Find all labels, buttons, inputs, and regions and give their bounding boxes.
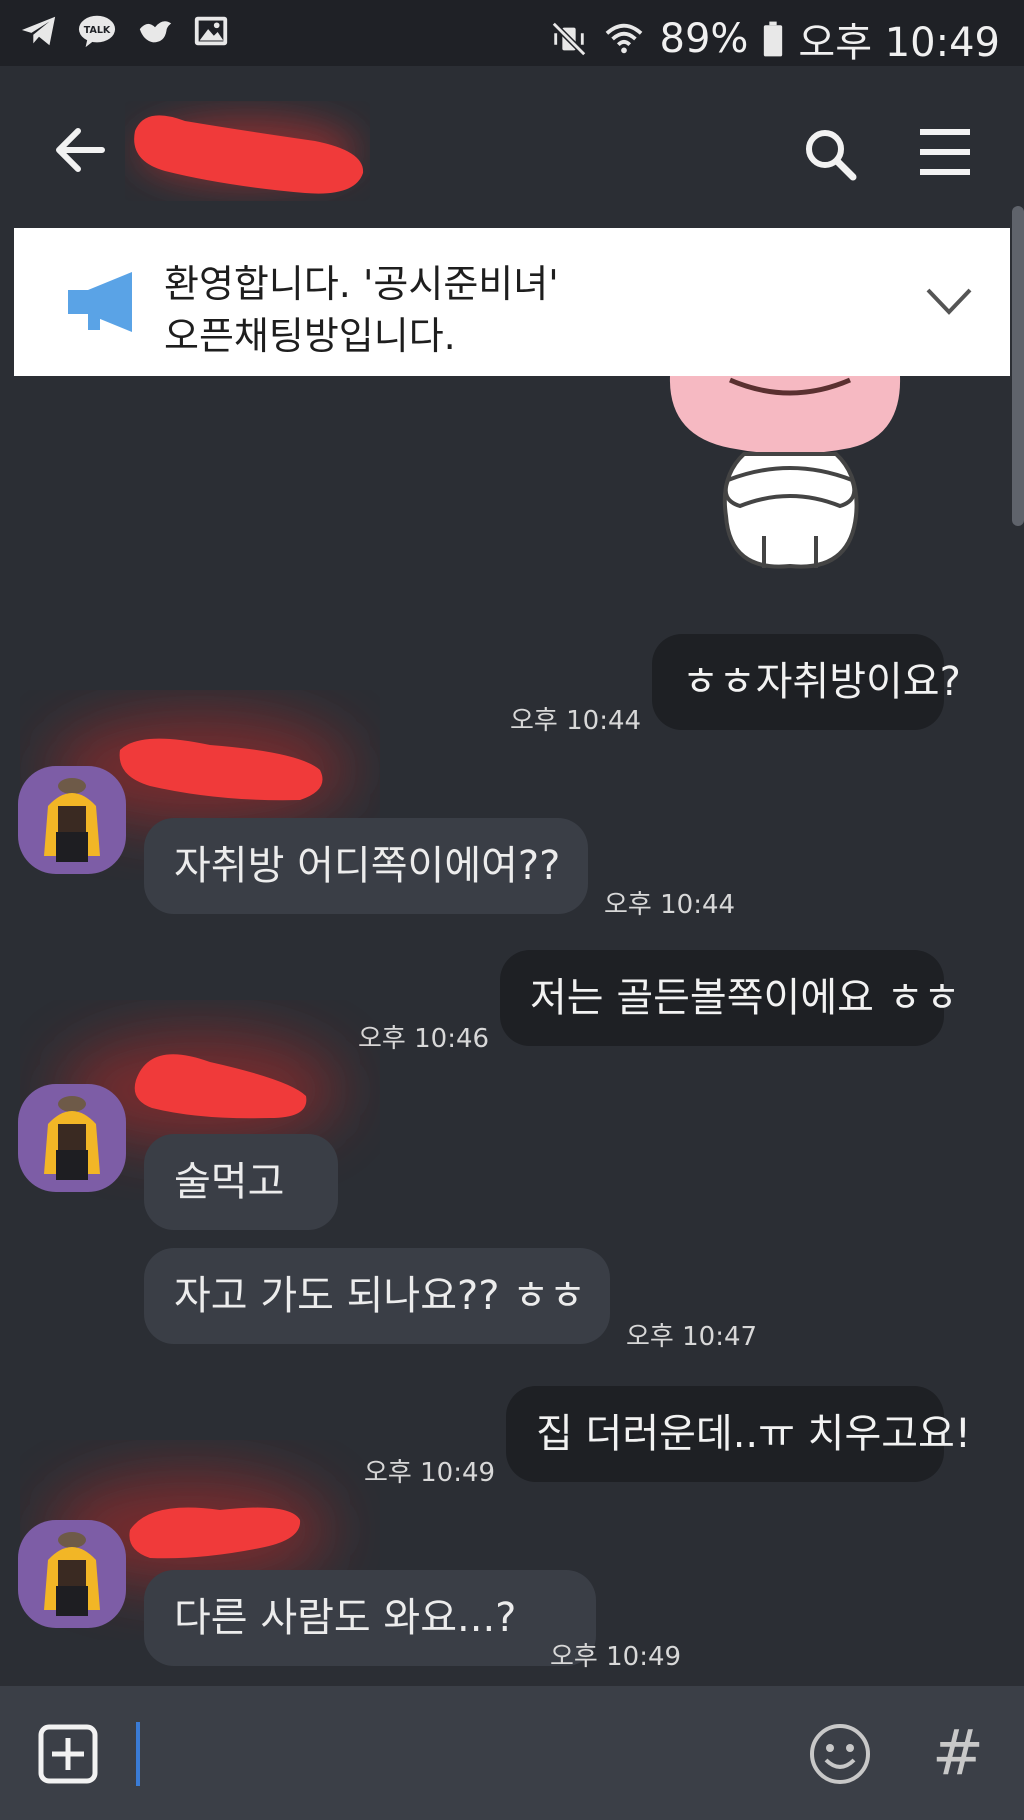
emoji-icon[interactable] [808,1722,872,1786]
message-bubble-mine[interactable]: ㅎㅎ자취방이요? [652,634,961,730]
room-title-redaction [134,115,364,194]
message-time: 오후 10:47 [626,1322,758,1352]
message-time: 오후 10:49 [550,1642,682,1672]
status-bar: TALK 89% 오후 10:49 [0,0,1024,66]
battery-percent: 89% [659,16,749,62]
telegram-icon [21,16,56,46]
message-bubble-theirs[interactable]: 술먹고 [144,1134,338,1230]
message-text: ㅎㅎ자취방이요? [682,659,961,705]
character-avatar-icon [44,778,100,862]
message-input[interactable] [136,1722,140,1786]
scrollbar[interactable] [1012,206,1024,526]
message-text: 자고 가도 되나요?? ㅎㅎ [174,1273,586,1319]
chat-header [0,66,1024,232]
notice-text: 환영합니다. '공시준비녀' 오픈채팅방입니다. [164,262,559,358]
message-bubble-theirs[interactable]: 자취방 어디쪽이에여?? [144,818,588,914]
plus-square-icon[interactable] [38,1724,98,1784]
message-text: 저는 골든볼쪽이에요 ㅎㅎ [530,975,961,1021]
wifi-icon [605,23,642,54]
character-avatar-icon [44,1096,100,1180]
battery-icon [764,21,783,57]
chevron-down-icon[interactable] [924,278,974,322]
message-text: 집 더러운데..ㅠ 치우고요! [536,1411,971,1457]
megaphone-icon [68,272,132,332]
gallery-icon [194,16,228,46]
message-text: 자취방 어디쪽이에여?? [174,843,561,889]
hamburger-menu-icon[interactable] [916,124,974,180]
notification-icons: TALK [20,12,230,50]
character-avatar-icon [44,1532,100,1616]
message-bubble-mine[interactable]: 저는 골든볼쪽이에요 ㅎㅎ [500,950,960,1046]
sender-avatar[interactable] [18,1520,126,1628]
message-text: 술먹고 [174,1159,285,1205]
talk-label: TALK [84,25,111,36]
message-bubble-theirs[interactable]: 다른 사람도 와요...? [144,1570,596,1666]
status-right: 89% 오후 10:49 [550,10,1000,68]
notice-banner[interactable]: 환영합니다. '공시준비녀' 오픈채팅방입니다. [14,228,1010,376]
clock: 오후 10:49 [798,20,1000,66]
sender-avatar[interactable] [18,1084,126,1192]
input-bar: # [0,1686,1024,1820]
bird-icon [139,21,172,43]
character-sticker [669,376,901,569]
message-time: 오후 10:49 [364,1458,496,1488]
hashtag-button[interactable]: # [932,1716,984,1789]
message-text: 다른 사람도 와요...? [174,1595,517,1641]
back-arrow-icon[interactable] [52,122,108,178]
vibrate-mute-icon [551,21,586,57]
sender-avatar[interactable] [18,766,126,874]
message-time: 오후 10:44 [510,706,642,736]
message-bubble-theirs[interactable]: 자고 가도 되나요?? ㅎㅎ [144,1248,610,1344]
message-bubble-mine[interactable]: 집 더러운데..ㅠ 치우고요! [506,1386,971,1482]
kakaotalk-icon: TALK [78,15,116,48]
message-time: 오후 10:44 [604,890,736,920]
search-icon[interactable] [800,124,860,184]
